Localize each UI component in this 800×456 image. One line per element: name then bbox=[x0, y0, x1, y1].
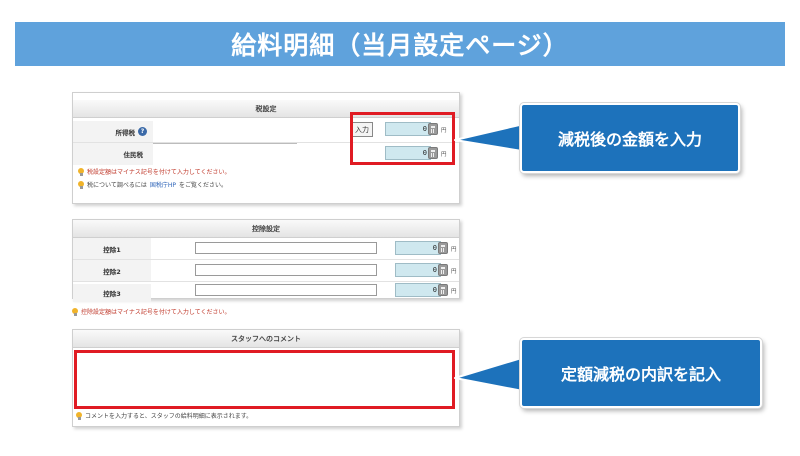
deduction-amount-field[interactable]: 0 bbox=[395, 241, 441, 255]
deduction-amount-field[interactable]: 0 bbox=[395, 283, 441, 297]
deduction-name-input[interactable] bbox=[195, 242, 377, 254]
deduction-minus-note: 控除設定額はマイナス記号を付けて入力してください。 bbox=[72, 307, 231, 316]
page-title: 給料明細（当月設定ページ） bbox=[231, 31, 569, 60]
deduction-unit: 円 bbox=[451, 247, 457, 253]
tax-callout-pointer bbox=[454, 122, 529, 153]
calculator-icon[interactable] bbox=[438, 264, 448, 276]
tax-amount-callout: 減税後の金額を入力 bbox=[520, 103, 740, 173]
deduction-amount-field[interactable]: 0 bbox=[395, 263, 441, 277]
help-icon[interactable]: ? bbox=[138, 127, 147, 136]
deduction-unit: 円 bbox=[451, 289, 457, 295]
comment-highlight bbox=[74, 350, 455, 409]
tax-amount-highlight bbox=[350, 112, 455, 165]
lightbulb-icon bbox=[72, 307, 78, 316]
income-tax-label: 所得税 ? bbox=[116, 127, 147, 137]
calculator-icon[interactable] bbox=[438, 242, 448, 254]
deduction-label: 控除1 bbox=[103, 245, 121, 254]
deduction-label: 控除2 bbox=[103, 267, 121, 276]
lightbulb-icon bbox=[78, 167, 84, 176]
deduction-name-input[interactable] bbox=[195, 284, 377, 296]
deduction-name-input[interactable] bbox=[195, 264, 377, 276]
nta-link[interactable]: 国税庁HP bbox=[150, 180, 176, 189]
deduction-settings-header: 控除設定 bbox=[73, 220, 459, 238]
staff-comment-header: スタッフへのコメント bbox=[73, 330, 459, 348]
page-banner: 給料明細（当月設定ページ） bbox=[15, 22, 785, 66]
comment-display-note: コメントを入力すると、スタッフの給料明細に表示されます。 bbox=[76, 411, 252, 420]
resident-tax-label: 住民税 bbox=[123, 151, 144, 159]
calculator-icon[interactable] bbox=[438, 284, 448, 296]
tax-amount-callout-text: 減税後の金額を入力 bbox=[557, 130, 702, 149]
lightbulb-icon bbox=[78, 180, 84, 189]
comment-callout: 定額減税の内訳を記入 bbox=[520, 338, 762, 408]
deduction-label: 控除3 bbox=[103, 290, 121, 298]
lightbulb-icon bbox=[76, 411, 82, 420]
tax-info-note: 税について調べるには 国税庁HP をご覧ください。 bbox=[78, 180, 227, 189]
comment-callout-text: 定額減税の内訳を記入 bbox=[560, 365, 721, 384]
deduction-unit: 円 bbox=[451, 269, 457, 275]
comment-callout-pointer bbox=[454, 355, 529, 393]
tax-minus-note: 税設定額はマイナス記号を付けて入力してください。 bbox=[78, 167, 231, 176]
